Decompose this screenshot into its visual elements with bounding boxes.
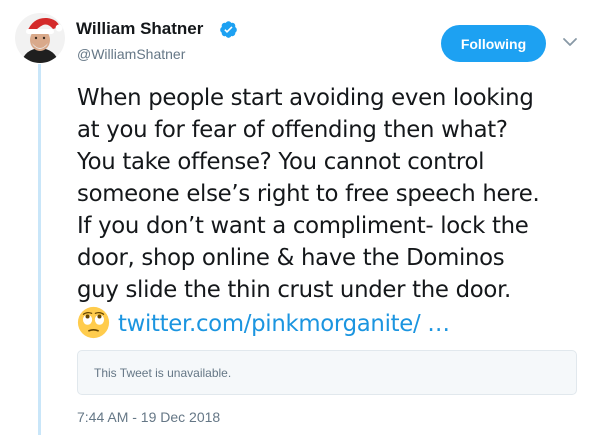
verified-badge-icon [220,21,237,38]
tweet-line: If you don’t want a compliment- lock the [77,213,529,239]
following-button[interactable]: Following [441,25,546,62]
tweet-last-line: twitter.com/pinkmorganite/ … [77,306,589,340]
tweet-line: guy slide the thin crust under the door. [77,277,511,303]
author-handle[interactable]: @WilliamShatner [77,46,185,62]
tweet-line: someone else’s right to free speech here… [77,181,540,207]
avatar[interactable] [15,13,65,63]
tweet-line: door, shop online & have the Dominos [77,245,505,271]
quoted-tweet-card[interactable]: This Tweet is unavailable. [77,350,577,395]
chevron-down-icon[interactable] [562,36,578,48]
quoted-tweet-unavailable-text: This Tweet is unavailable. [94,366,232,380]
tweet-text: When people start avoiding even looking … [77,82,589,340]
thread-line [38,64,41,435]
tweet-line: When people start avoiding even looking [77,85,534,111]
tweet-timestamp[interactable]: 7:44 AM - 19 Dec 2018 [77,409,220,425]
avatar-santa-hat-icon [15,13,65,63]
tweet-link[interactable]: twitter.com/pinkmorganite/ … [118,311,450,337]
tweet-line: You take offense? You cannot control [77,149,485,175]
author-name[interactable]: William Shatner [76,19,203,39]
tweet-line: at you for fear of offending then what? [77,117,508,143]
eye-roll-emoji-icon [77,306,110,339]
